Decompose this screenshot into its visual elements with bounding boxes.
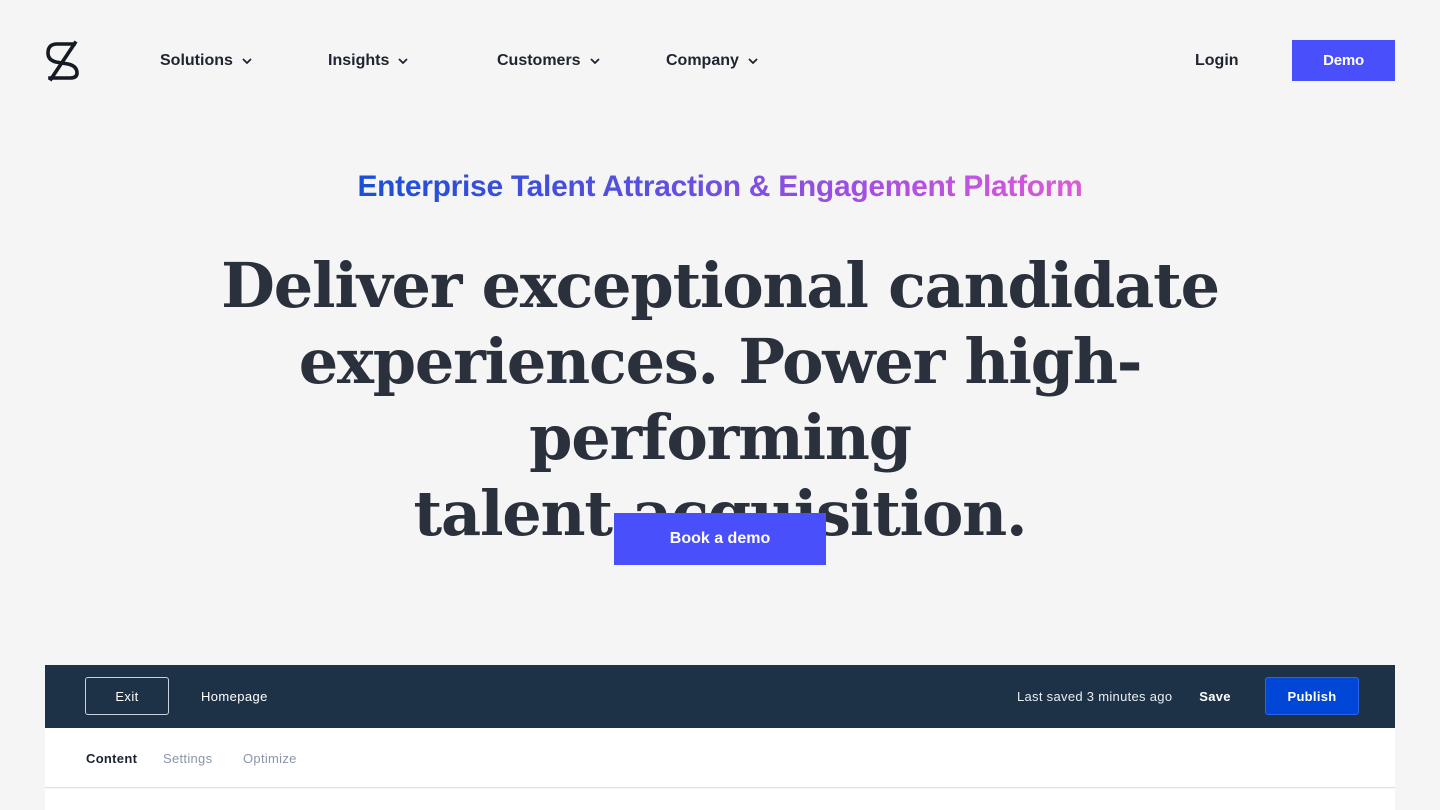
hero-eyebrow-text: Enterprise Talent Attraction & Engagemen… bbox=[357, 170, 1083, 203]
tab-content[interactable]: Content bbox=[86, 728, 137, 788]
tab-optimize[interactable]: Optimize bbox=[243, 728, 297, 788]
headline-line: Deliver exceptional candidate bbox=[221, 249, 1220, 322]
nav-company[interactable]: Company bbox=[666, 48, 759, 74]
hero-eyebrow: Enterprise Talent Attraction & Engagemen… bbox=[0, 170, 1440, 204]
brand-logo-icon[interactable] bbox=[44, 40, 82, 82]
login-link[interactable]: Login bbox=[1195, 48, 1239, 74]
publish-button[interactable]: Publish bbox=[1265, 677, 1359, 715]
chevron-down-icon bbox=[242, 58, 252, 65]
nav-item-label: Insights bbox=[328, 52, 390, 69]
chevron-down-icon bbox=[748, 58, 758, 65]
nav-item-label: Company bbox=[666, 52, 739, 69]
tab-settings[interactable]: Settings bbox=[163, 728, 212, 788]
nav-item-label: Customers bbox=[497, 52, 581, 69]
editor-tabs: Content Settings Optimize bbox=[45, 728, 1395, 788]
page: Solutions Insights Customers Company Log… bbox=[0, 0, 1440, 810]
hero-headline: Deliver exceptional candidate experience… bbox=[170, 248, 1270, 552]
nav-solutions[interactable]: Solutions bbox=[160, 48, 253, 74]
editor-panel bbox=[45, 789, 1395, 810]
nav-insights[interactable]: Insights bbox=[328, 48, 409, 74]
nav-customers[interactable]: Customers bbox=[497, 48, 601, 74]
chevron-down-icon bbox=[589, 58, 600, 65]
save-button[interactable]: Save bbox=[1193, 665, 1237, 728]
last-saved-status: Last saved 3 minutes ago bbox=[1017, 689, 1173, 704]
demo-button[interactable]: Demo bbox=[1292, 40, 1395, 81]
book-demo-button[interactable]: Book a demo bbox=[614, 513, 826, 565]
page-name[interactable]: Homepage bbox=[201, 665, 268, 728]
headline-line: experiences. Power high-performing bbox=[298, 325, 1143, 474]
chevron-down-icon bbox=[398, 58, 408, 65]
nav-item-label: Solutions bbox=[160, 52, 233, 69]
exit-button[interactable]: Exit bbox=[85, 677, 169, 715]
editor-toolbar: Exit Homepage Last saved 3 minutes ago S… bbox=[45, 665, 1395, 728]
